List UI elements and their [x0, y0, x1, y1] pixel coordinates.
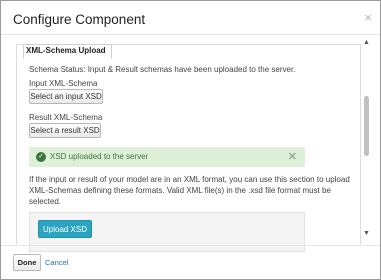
help-text-line-3: selected. [29, 197, 62, 206]
alert-close-icon[interactable]: ✕ [288, 150, 297, 163]
select-input-xsd-button[interactable]: Select an input XSD [29, 89, 103, 104]
help-text-line-2: XML-Schemas defining these formats. Vali… [29, 186, 331, 195]
upload-xsd-button[interactable]: Upload XSD [38, 220, 92, 238]
dialog-title: Configure Component [13, 12, 146, 27]
tab-xml-schema-upload[interactable]: XML-Schema Upload [23, 44, 112, 59]
scroll-thumb[interactable] [364, 96, 369, 156]
scroll-up-icon[interactable]: ▲ [363, 39, 370, 46]
cancel-link[interactable]: Cancel [45, 258, 68, 267]
dialog-header: Configure Component × [1, 1, 380, 35]
select-result-xsd-button[interactable]: Select a result XSD [29, 123, 101, 138]
configure-component-dialog: Configure Component × XML-Schema Upload … [0, 0, 381, 280]
close-icon[interactable]: × [364, 11, 372, 24]
schema-status-text: Schema Status: Input & Result schemas ha… [29, 65, 296, 74]
input-schema-label: Input XML-Schema [29, 79, 98, 88]
scroll-down-icon[interactable]: ▼ [363, 230, 370, 237]
check-circle-icon: ✓ [36, 152, 46, 162]
alert-message: XSD uploaded to the server [50, 152, 149, 161]
upload-success-alert: ✓ XSD uploaded to the server ✕ [29, 147, 305, 167]
help-text-line-1: If the input or result of your model are… [29, 175, 350, 184]
done-button[interactable]: Done [13, 254, 41, 271]
vertical-scrollbar[interactable]: ▲ ▼ [361, 36, 373, 244]
result-schema-label: Result XML-Schema [29, 113, 103, 122]
